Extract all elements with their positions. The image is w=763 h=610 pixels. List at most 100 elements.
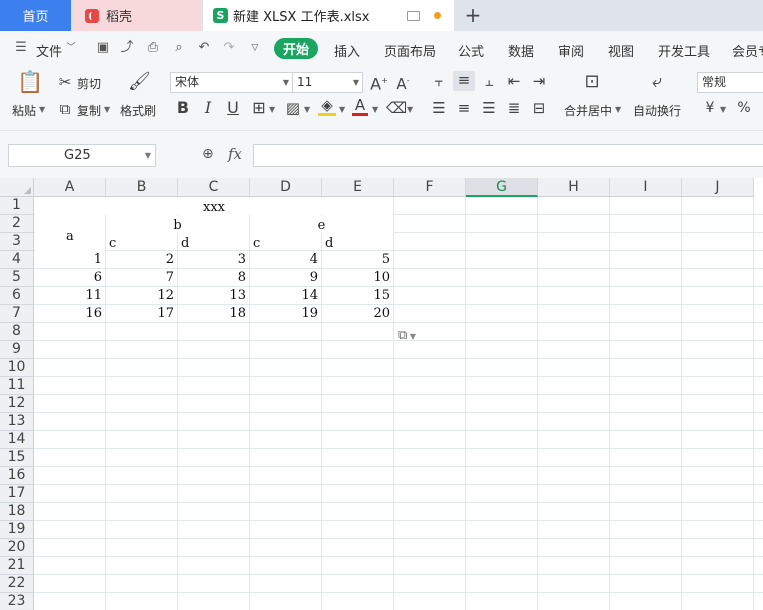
row-header-22[interactable]: 22 — [0, 575, 34, 593]
merge-dropdown-icon[interactable]: ▼ — [615, 105, 621, 114]
row-header-21[interactable]: 21 — [0, 557, 34, 575]
hamburger-menu-icon[interactable]: ☰ — [14, 41, 28, 55]
data-cell[interactable]: 19 — [251, 305, 318, 322]
column-header-i[interactable]: I — [610, 178, 682, 197]
column-header-g[interactable]: G — [466, 178, 538, 197]
undo-icon[interactable]: ↶ — [197, 41, 211, 55]
menu-view[interactable]: 视图 — [608, 41, 634, 60]
column-header-e[interactable]: E — [322, 178, 394, 197]
copy-button[interactable]: 复制 — [77, 102, 101, 119]
row-header-3[interactable]: 3 — [0, 233, 34, 251]
currency-icon[interactable]: ¥ — [702, 99, 718, 117]
row-header-14[interactable]: 14 — [0, 431, 34, 449]
share-icon[interactable]: ⤴ — [120, 41, 134, 55]
row-header-16[interactable]: 16 — [0, 467, 34, 485]
align-bottom-icon[interactable]: ⫠ — [480, 72, 498, 90]
align-right-icon[interactable]: ☰ — [480, 99, 498, 117]
cut-button[interactable]: 剪切 — [77, 75, 101, 92]
column-header-f[interactable]: F — [394, 178, 466, 197]
data-cell[interactable]: 2 — [107, 251, 174, 268]
row-header-19[interactable]: 19 — [0, 521, 34, 539]
bold-icon[interactable]: B — [175, 99, 191, 117]
data-cell[interactable]: 17 — [107, 305, 174, 322]
format-painter-icon[interactable]: 🖌 — [128, 73, 151, 91]
zoom-icon[interactable]: ⊕ — [202, 146, 218, 164]
font-name-select[interactable]: 宋体 ▼ — [170, 72, 293, 93]
data-cell[interactable]: 12 — [107, 287, 174, 304]
data-cell[interactable]: 8 — [179, 269, 246, 286]
column-header-h[interactable]: H — [538, 178, 610, 197]
row-header-9[interactable]: 9 — [0, 341, 34, 359]
eraser-icon[interactable]: ⌫ — [386, 99, 407, 117]
data-cell[interactable]: 16 — [35, 305, 102, 322]
fill-color-icon[interactable]: ◈ — [318, 98, 336, 116]
row-header-4[interactable]: 4 — [0, 251, 34, 269]
chevron-down-icon[interactable]: ﹀ — [64, 41, 78, 55]
data-cell[interactable]: 1 — [35, 251, 102, 268]
decrease-indent-icon[interactable]: ⇤ — [505, 72, 523, 90]
column-header-c[interactable]: C — [178, 178, 250, 197]
data-cell[interactable]: 14 — [251, 287, 318, 304]
menu-page-layout[interactable]: 页面布局 — [384, 41, 436, 60]
row-header-18[interactable]: 18 — [0, 503, 34, 521]
print-icon[interactable]: ⎙ — [146, 41, 160, 55]
data-cell[interactable]: 11 — [35, 287, 102, 304]
paste-options-icon[interactable]: ⧉ ▼ — [398, 328, 428, 348]
clear-dropdown-icon[interactable]: ▼ — [407, 105, 413, 114]
align-middle-icon[interactable]: ≡ — [453, 71, 475, 91]
menu-review[interactable]: 审阅 — [558, 41, 584, 60]
formula-input[interactable] — [253, 144, 763, 167]
cell-style-dropdown-icon[interactable]: ▼ — [304, 105, 310, 114]
font-size-select[interactable]: 11 ▼ — [292, 72, 363, 93]
number-format-select[interactable]: 常规 — [697, 72, 763, 93]
borders-dropdown-icon[interactable]: ▼ — [269, 105, 275, 114]
row-header-6[interactable]: 6 — [0, 287, 34, 305]
tab-document[interactable]: S 新建 XLSX 工作表.xlsx — [203, 0, 454, 31]
currency-dropdown-icon[interactable]: ▼ — [720, 105, 726, 114]
row-header-2[interactable]: 2 — [0, 215, 34, 233]
menu-member[interactable]: 会员专 — [732, 41, 763, 60]
row-header-8[interactable]: 8 — [0, 323, 34, 341]
wrap-text-button[interactable]: 自动换行 — [633, 102, 681, 119]
decrease-font-icon[interactable]: A- — [394, 72, 412, 93]
copy-icon[interactable]: ⧉ — [56, 100, 74, 118]
increase-indent-icon[interactable]: ⇥ — [530, 72, 548, 90]
menu-data[interactable]: 数据 — [508, 41, 534, 60]
data-cell[interactable]: 3 — [179, 251, 246, 268]
format-painter-button[interactable]: 格式刷 — [120, 102, 156, 119]
row-header-13[interactable]: 13 — [0, 413, 34, 431]
column-header-b[interactable]: B — [106, 178, 178, 197]
row-header-20[interactable]: 20 — [0, 539, 34, 557]
menu-start[interactable]: 开始 — [274, 38, 318, 59]
menu-developer[interactable]: 开发工具 — [658, 41, 710, 60]
column-header-j[interactable]: J — [682, 178, 754, 197]
font-color-icon[interactable]: A — [352, 98, 368, 116]
data-cell[interactable]: 18 — [179, 305, 246, 322]
row-header-5[interactable]: 5 — [0, 269, 34, 287]
font-color-dropdown-icon[interactable]: ▼ — [372, 105, 378, 114]
data-cell[interactable]: 9 — [251, 269, 318, 286]
print-preview-icon[interactable]: ⌕ — [172, 41, 186, 55]
data-cell[interactable]: 15 — [323, 287, 390, 304]
data-cell[interactable]: 5 — [323, 251, 390, 268]
row-header-15[interactable]: 15 — [0, 449, 34, 467]
align-top-icon[interactable]: ⫟ — [430, 72, 448, 90]
name-box[interactable]: G25 ▼ — [8, 144, 156, 167]
new-tab-button[interactable]: + — [462, 3, 484, 27]
save-icon[interactable]: ▣ — [96, 41, 110, 55]
align-center-icon[interactable]: ≡ — [455, 99, 473, 117]
customize-toolbar-icon[interactable]: ▽ — [248, 41, 262, 55]
align-left-icon[interactable]: ☰ — [430, 99, 448, 117]
fx-icon[interactable]: fx — [228, 145, 242, 163]
percent-icon[interactable]: % — [736, 99, 752, 117]
menu-file[interactable]: 文件 — [36, 41, 62, 60]
row-header-7[interactable]: 7 — [0, 305, 34, 323]
data-cell[interactable]: 10 — [323, 269, 390, 286]
screen-icon[interactable] — [407, 10, 420, 21]
select-all-corner[interactable] — [0, 178, 34, 197]
menu-insert[interactable]: 插入 — [334, 41, 360, 60]
paste-icon[interactable]: 📋 — [17, 72, 43, 97]
redo-icon[interactable]: ↷ — [222, 41, 236, 55]
cell-style-icon[interactable]: ▨ — [284, 99, 302, 117]
data-cell[interactable]: 7 — [107, 269, 174, 286]
